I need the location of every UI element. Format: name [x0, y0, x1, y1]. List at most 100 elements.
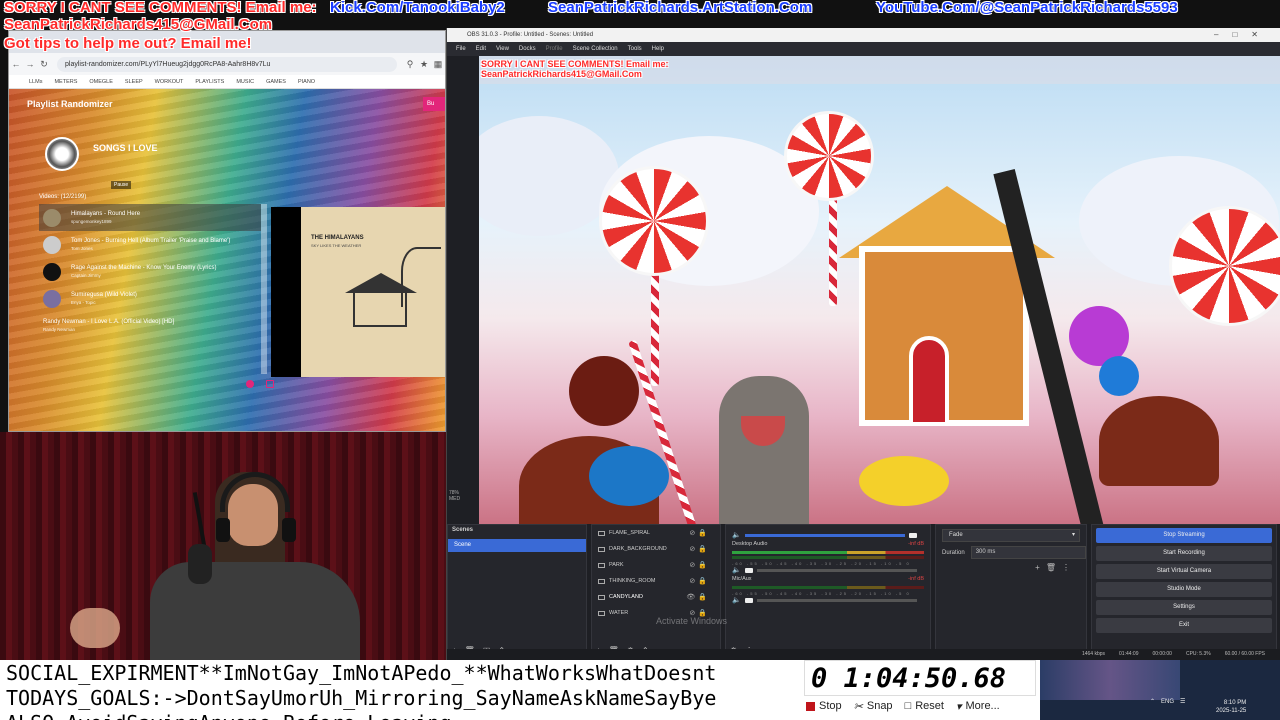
settings-button[interactable]: Settings: [1096, 600, 1272, 615]
extensions-icon[interactable]: ▦: [431, 59, 445, 70]
overlay-kick: Kick.Com/TanookiBaby2: [330, 0, 505, 16]
list-item[interactable]: Himalayans - Round Here spungemonkey1899: [39, 204, 261, 231]
song-channel: Enya - Topic: [71, 300, 96, 305]
bookmarks-bar: LLMs METERS OMEGLE SLEEP WORKOUT PLAYLIS…: [9, 75, 445, 89]
transition-select[interactable]: Fade: [942, 529, 1080, 542]
add-icon[interactable]: +: [1035, 563, 1046, 572]
reload-icon[interactable]: ↻: [37, 59, 51, 70]
speaker-icon[interactable]: 🔈: [732, 531, 741, 539]
duration-row: Duration 300 ms: [936, 546, 1086, 559]
bookmark-star-icon[interactable]: ★: [417, 59, 431, 70]
visibility-lock-icon[interactable]: ⊘🔒: [689, 577, 710, 585]
menu-profile[interactable]: Profile: [541, 42, 568, 56]
start-recording-button[interactable]: Start Recording: [1096, 546, 1272, 561]
bookmark-llms[interactable]: LLMs: [29, 79, 42, 85]
volume-knob[interactable]: [744, 597, 753, 603]
menu-scene-collection[interactable]: Scene Collection: [568, 42, 623, 56]
menu-help[interactable]: Help: [647, 42, 669, 56]
clock-time: 8:10 PM: [1223, 700, 1247, 706]
buy-button[interactable]: Bu: [423, 97, 445, 111]
visibility-lock-icon[interactable]: 👁🔒: [686, 593, 710, 601]
bookmark-playlists[interactable]: PLAYLISTS: [195, 79, 224, 85]
transition-actions: +🗑⋮: [936, 563, 1086, 572]
mixer-channel: Desktop Audio -inf dB: [726, 539, 930, 549]
back-icon[interactable]: ←: [9, 59, 23, 69]
language-indicator[interactable]: ENG: [1161, 699, 1174, 705]
menu-dots-icon[interactable]: ⋮: [1062, 563, 1076, 572]
snap-button[interactable]: ✂ Snap: [854, 700, 893, 713]
bookmark-omegle[interactable]: OMEGLE: [89, 79, 113, 85]
volume-knob[interactable]: [744, 567, 753, 573]
list-item[interactable]: Sumiregusa (Wild Violet) Enya - Topic: [39, 285, 261, 312]
stop-button[interactable]: Stop: [806, 700, 842, 712]
pager-dot[interactable]: [266, 380, 274, 388]
url-field[interactable]: playlist-randomizer.com/PLyYl7Hueug2jdgg…: [57, 56, 397, 72]
more-button[interactable]: ▾ More...: [956, 700, 1000, 713]
duration-input[interactable]: 300 ms: [970, 546, 1086, 559]
visibility-lock-icon[interactable]: ⊘🔒: [689, 545, 710, 553]
bookmark-workout[interactable]: WORKOUT: [155, 79, 184, 85]
overlay-sorry: SORRY I CANT SEE COMMENTS! Email me:: [4, 0, 317, 16]
scene-item[interactable]: Scene: [448, 539, 586, 552]
menu-view[interactable]: View: [491, 42, 514, 56]
forward-icon[interactable]: →: [23, 59, 37, 69]
volume-slider[interactable]: [756, 568, 917, 572]
speaker-icon[interactable]: 🔈: [732, 566, 741, 574]
list-item[interactable]: Rage Against the Machine - Know Your Ene…: [39, 258, 261, 285]
song-title: Sumiregusa (Wild Violet): [71, 292, 137, 298]
meter-ticks: -60 -55 -50 -45 -40 -35 -30 -25 -20 -15 …: [732, 591, 911, 596]
snap-icon: ✂: [853, 700, 863, 713]
meter-ticks: -60 -55 -50 -45 -40 -35 -30 -25 -20 -15 …: [732, 561, 911, 566]
visibility-lock-icon[interactable]: ⊘🔒: [689, 529, 710, 537]
bookmark-meters[interactable]: METERS: [54, 79, 77, 85]
controls-dock: Stop Streaming Start Recording Start Vir…: [1091, 524, 1277, 660]
reset-button[interactable]: □ Reset: [905, 700, 944, 712]
bookmark-piano[interactable]: PIANO: [298, 79, 315, 85]
bookmark-music[interactable]: MUSIC: [236, 79, 254, 85]
source-item[interactable]: CANDYLAND 👁🔒: [592, 589, 720, 605]
video-player[interactable]: THE HIMALAYANS SKY LIKES THE WEATHER: [271, 207, 445, 377]
menu-tools[interactable]: Tools: [623, 42, 647, 56]
reset-icon: □: [904, 700, 912, 712]
app-title: Playlist Randomizer: [27, 99, 113, 109]
start-virtual-camera-button[interactable]: Start Virtual Camera: [1096, 564, 1272, 579]
source-item[interactable]: PARK ⊘🔒: [592, 557, 720, 573]
song-list-scrollbar[interactable]: [261, 204, 267, 374]
search-icon[interactable]: ⚲: [403, 59, 417, 70]
wifi-icon[interactable]: ☰: [1180, 698, 1185, 705]
speaker-icon[interactable]: 🔈: [732, 596, 741, 604]
volume-slider[interactable]: [756, 598, 917, 602]
studio-mode-button[interactable]: Studio Mode: [1096, 582, 1272, 597]
social-experiment-text: SOCIAL_EXPIRMENT**ImNotGay_ImNotAPedo_**…: [6, 661, 717, 685]
pause-tooltip: Pause: [111, 181, 132, 189]
song-thumbnail: [43, 235, 61, 254]
menu-file[interactable]: File: [451, 42, 471, 56]
obs-titlebar: OBS 31.0.3 - Profile: Untitled - Scenes:…: [447, 28, 1280, 42]
bookmark-games[interactable]: GAMES: [266, 79, 286, 85]
list-item[interactable]: Tom Jones - Burning Hell (Album Trailer …: [39, 231, 261, 258]
visibility-lock-icon[interactable]: ⊘🔒: [689, 561, 710, 569]
headphone-ear: [282, 518, 296, 542]
song-thumbnail: [43, 289, 61, 308]
exit-button[interactable]: Exit: [1096, 618, 1272, 633]
song-title: Himalayans - Round Here: [71, 211, 141, 217]
window-controls-icon[interactable]: –□✕: [1214, 28, 1272, 42]
volume-slider[interactable]: [744, 533, 905, 537]
source-item[interactable]: FLAME_SPIRAL ⊘🔒: [592, 525, 720, 541]
volume-knob[interactable]: [908, 532, 917, 538]
pager-dot[interactable]: [246, 380, 254, 388]
stopwatch-controls: Stop ✂ Snap □ Reset ▾ More...: [800, 696, 1036, 716]
trash-icon[interactable]: 🗑: [1046, 563, 1062, 572]
source-name: FLAME_SPIRAL: [609, 530, 650, 536]
stop-streaming-button[interactable]: Stop Streaming: [1096, 528, 1272, 543]
list-item[interactable]: Randy Newman - I Love L.A. (Official Vid…: [39, 312, 261, 339]
menu-docks[interactable]: Docks: [514, 42, 541, 56]
obs-preview[interactable]: [479, 56, 1280, 534]
tray-chevron-icon[interactable]: ⌃: [1150, 698, 1155, 705]
taskbar-clock[interactable]: 8:10 PM 2025-11-25: [1216, 700, 1246, 716]
stopwatch-display: 0 1:04:50.68: [804, 660, 1036, 696]
menu-edit[interactable]: Edit: [471, 42, 491, 56]
source-item[interactable]: THINKING_ROOM ⊘🔒: [592, 573, 720, 589]
bookmark-sleep[interactable]: SLEEP: [125, 79, 143, 85]
source-item[interactable]: DARK_BACKGROUND ⊘🔒: [592, 541, 720, 557]
